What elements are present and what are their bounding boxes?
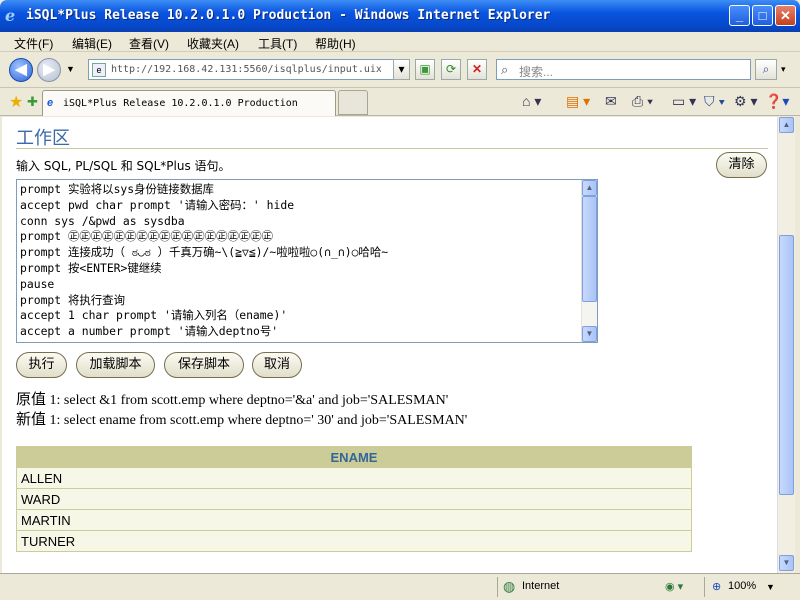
menu-tools[interactable]: 工具(T) [258,35,297,52]
search-icon: ⌕ [501,62,509,77]
page-scroll-thumb[interactable] [779,235,794,495]
editor-scroll-up-icon[interactable]: ▲ [582,180,597,196]
script-editor[interactable]: prompt 实验将以sys身份链接数据库 accept pwd char pr… [16,179,598,343]
address-url: http://192.168.42.131:5560/isqlplus/inpu… [111,64,381,75]
scroll-up-icon[interactable]: ▲ [779,117,794,133]
maximize-button[interactable]: □ [752,5,773,26]
editor-scroll-thumb[interactable] [582,196,597,302]
editor-scrollbar[interactable]: ▲ ▼ [581,180,597,342]
menu-help[interactable]: 帮助(H) [315,35,356,52]
add-favorite-icon[interactable]: ✚ [27,94,38,110]
security-zone: Internet [522,580,560,592]
workarea-title: 工作区 [16,128,70,149]
forward-arrow-icon[interactable]: ▶ [37,58,61,82]
refresh-icon[interactable]: ⟳ [441,59,461,80]
input-instruction: 输入 SQL, PL/SQL 和 SQL*Plus 语句。 [16,159,231,173]
new-value-label: 新值 [16,410,47,428]
safety-icon[interactable]: ⛉ ▾ [704,93,725,110]
tab-isqlplus[interactable]: e iSQL*Plus Release 10.2.0.1.0 Productio… [42,90,336,116]
address-bar[interactable]: e http://192.168.42.131:5560/isqlplus/in… [88,59,410,80]
page-icon: e [92,63,106,77]
history-dropdown-icon[interactable]: ▼ [66,64,75,74]
home-icon[interactable]: ⌂ ▾ [522,93,541,110]
search-input[interactable]: ⌕ 搜索... [496,59,751,80]
cancel-button[interactable]: 取消 [252,352,302,378]
star-icon[interactable]: ★ [9,92,23,112]
stop-icon[interactable]: ✕ [467,59,487,80]
save-script-button[interactable]: 保存脚本 [164,352,244,378]
new-tab-button[interactable] [338,90,368,115]
page-content: 工作区 输入 SQL, PL/SQL 和 SQL*Plus 语句。 清除 pro… [2,117,777,573]
column-header-ename: ENAME [16,446,692,468]
help-icon[interactable]: ❓▾ [765,93,789,110]
search-placeholder: 搜索... [519,65,554,79]
old-value-line: 原值 1: select &1 from scott.emp where dep… [16,388,448,409]
clear-button[interactable]: 清除 [716,152,767,178]
page-menu-icon[interactable]: ▭ ▾ [672,93,696,110]
window-title: iSQL*Plus Release 10.2.0.1.0 Production … [26,8,551,23]
protected-mode-icon[interactable]: ◉ ▾ [665,580,683,593]
scroll-down-icon[interactable]: ▼ [779,555,794,571]
old-value-text: 1: select &1 from scott.emp where deptno… [49,393,449,408]
close-button[interactable]: ✕ [775,5,796,26]
zoom-level[interactable]: 100% [728,580,756,592]
menu-view[interactable]: 查看(V) [129,35,169,52]
table-cell: ALLEN [16,467,692,489]
results-table: ENAME ALLEN WARD MARTIN TURNER [16,446,692,552]
load-script-button[interactable]: 加载脚本 [76,352,155,378]
status-divider [497,577,498,597]
table-cell: TURNER [16,530,692,552]
new-value-line: 新值 1: select ename from scott.emp where … [16,408,467,429]
table-row: ALLEN [16,467,692,489]
old-value-label: 原值 [16,390,47,408]
search-go-icon[interactable]: ⌕ [755,59,777,80]
page-scrollbar[interactable]: ▲ ▼ [777,117,795,573]
execute-button[interactable]: 执行 [16,352,67,378]
table-row: TURNER [16,530,692,552]
minimize-button[interactable]: _ [729,5,750,26]
title-divider [16,148,768,149]
address-dropdown-icon[interactable]: ▾ [393,59,410,80]
back-arrow-icon[interactable]: ◀ [9,58,33,82]
globe-icon: ◍ [503,578,516,594]
zoom-dropdown-icon[interactable]: ▼ [766,582,775,592]
mail-icon[interactable]: ✉ [605,93,617,110]
script-text: prompt 实验将以sys身份链接数据库 accept pwd char pr… [20,182,389,339]
status-bar: ◍ Internet ◉ ▾ ⊕ 100% ▼ [0,573,800,600]
menu-file[interactable]: 文件(F) [14,35,53,52]
table-row: MARTIN [16,509,692,531]
new-value-text: 1: select ename from scott.emp where dep… [49,413,468,428]
rss-icon[interactable]: ▤ ▾ [566,93,590,110]
search-options-icon[interactable]: ▾ [781,64,786,75]
menu-favorites[interactable]: 收藏夹(A) [187,35,239,52]
print-icon[interactable]: ⎙ ▾ [632,93,653,110]
menu-edit[interactable]: 编辑(E) [72,35,112,52]
tab-page-icon: e [47,97,54,109]
status-divider [704,577,705,597]
compat-view-icon[interactable]: ▣ [415,59,435,80]
editor-scroll-down-icon[interactable]: ▼ [582,326,597,342]
table-row: WARD [16,488,692,510]
window-title-bar[interactable]: e iSQL*Plus Release 10.2.0.1.0 Productio… [0,0,800,32]
gear-icon[interactable]: ⚙ ▾ [734,93,757,110]
tab-title: iSQL*Plus Release 10.2.0.1.0 Production [63,98,298,109]
menu-bar: 文件(F) 编辑(E) 查看(V) 收藏夹(A) 工具(T) 帮助(H) [0,32,800,52]
ie-logo-icon: e [5,6,16,25]
table-cell: MARTIN [16,509,692,531]
zoom-icon[interactable]: ⊕ [712,580,721,593]
table-cell: WARD [16,488,692,510]
